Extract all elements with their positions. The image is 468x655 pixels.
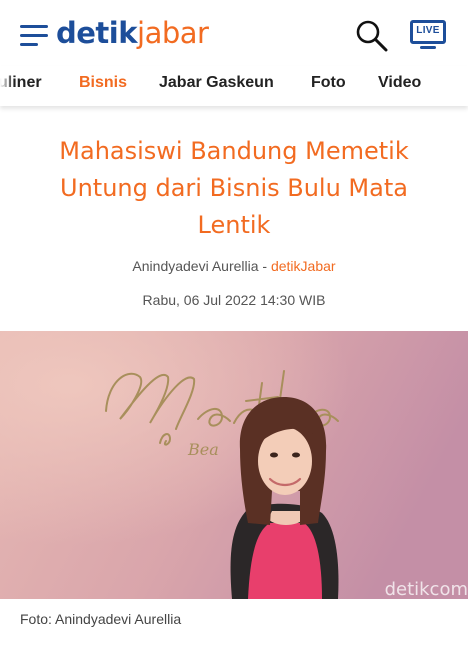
site-logo[interactable]: detikjabar: [56, 15, 209, 51]
nav-fade: [0, 66, 14, 106]
article-byline: Anindyadevi Aurellia - detikJabar: [0, 258, 468, 274]
source-link[interactable]: detikJabar: [271, 258, 336, 274]
publish-date: Rabu, 06 Jul 2022 14:30 WIB: [142, 292, 326, 308]
live-label: LIVE: [416, 25, 440, 36]
logo-detik-text: detik: [56, 16, 138, 50]
wall-sign-sub: Bea: [187, 440, 219, 459]
byline-separator: -: [258, 258, 271, 274]
photo-caption: Foto: Anindyadevi Aurellia: [20, 611, 182, 627]
site-header: detikjabar LIVE: [0, 0, 468, 66]
article-title: Mahasiswi Bandung Memetik Untung dari Bi…: [59, 137, 409, 239]
photo-watermark: detikcom: [384, 579, 468, 599]
nav-item-foto[interactable]: Foto: [311, 74, 346, 92]
hamburger-menu-icon[interactable]: [20, 25, 48, 47]
nav-item-bisnis[interactable]: Bisnis: [79, 74, 127, 92]
author-name: Anindyadevi Aurellia: [132, 258, 259, 274]
nav-item-jabar-gaskeun[interactable]: Jabar Gaskeun: [159, 74, 274, 92]
article-photo: Bea detikcom: [0, 331, 468, 599]
nav-item-video[interactable]: Video: [378, 74, 421, 92]
category-nav: uliner Bisnis Jabar Gaskeun Foto Video: [0, 66, 468, 106]
search-icon[interactable]: [354, 18, 390, 54]
logo-jabar-text: jabar: [137, 16, 209, 50]
live-tv-icon[interactable]: LIVE: [410, 20, 446, 50]
